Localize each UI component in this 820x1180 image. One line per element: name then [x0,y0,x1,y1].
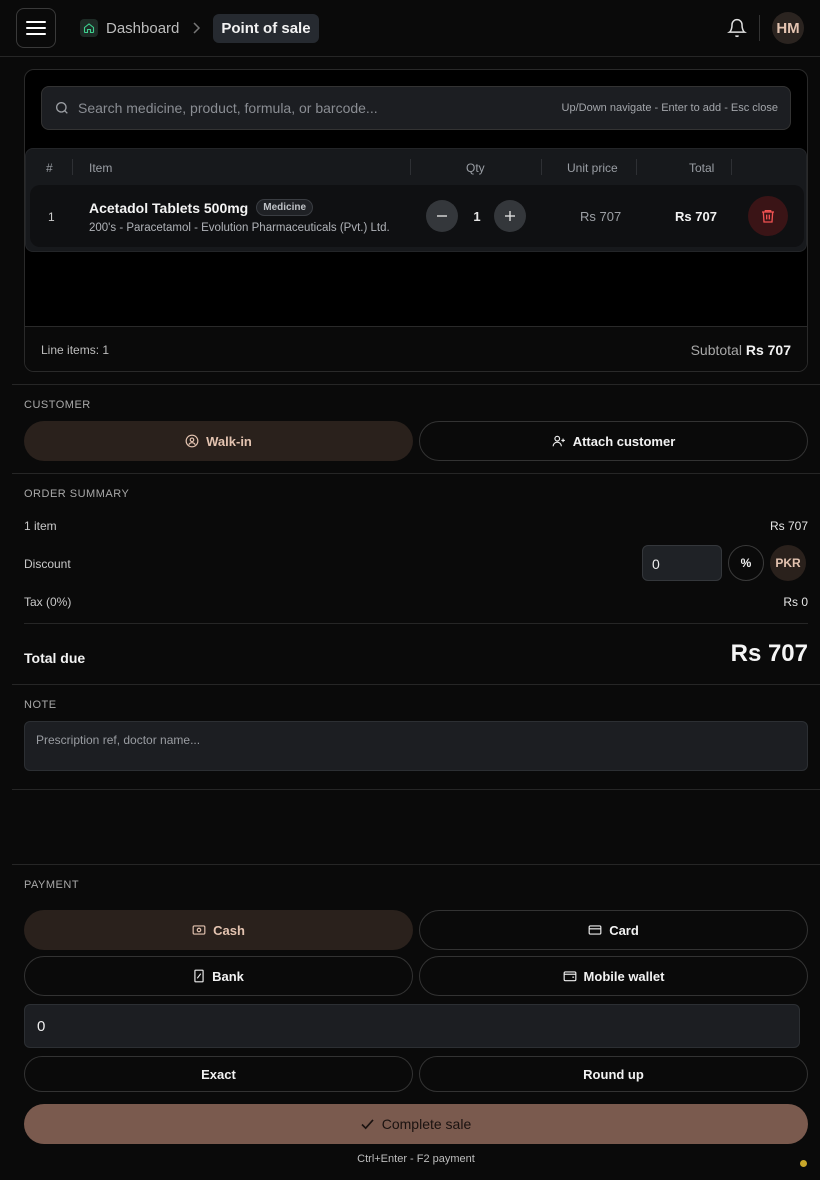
check-icon [361,1118,374,1129]
user-plus-icon [552,435,565,447]
cart-panel: Search medicine, product, formula, or ba… [24,69,808,372]
plus-icon [505,211,515,221]
payment-card-button[interactable]: Card [419,910,808,950]
line-items-count: Line items: 1 [41,342,110,357]
breadcrumb-dashboard-label: Dashboard [106,19,180,37]
walk-in-label: Walk-in [206,433,252,449]
cart-footer: Line items: 1 Subtotal Rs 707 [25,326,807,371]
payment-section-label: PAYMENT [24,879,80,891]
bell-icon[interactable] [727,18,747,38]
items-count-label: 1 item [24,519,57,533]
column-divider [410,159,411,175]
column-header-unit-price: Unit price [567,161,618,175]
avatar[interactable]: HM [772,12,804,44]
header-divider [759,15,760,41]
user-circle-icon [185,434,199,448]
search-icon [56,102,68,114]
section-divider [12,384,820,385]
discount-label: Discount [24,557,71,571]
cart-table: # Item Qty Unit price Total 1 Acetadol T… [25,148,807,252]
payment-mobile-wallet-label: Mobile wallet [583,968,665,984]
subtotal: Subtotal Rs 707 [691,342,791,358]
payment-card-label: Card [609,922,639,938]
customer-section-label: CUSTOMER [24,399,91,411]
row-number: 1 [48,210,55,224]
menu-button[interactable] [16,8,56,48]
top-bar: Dashboard Point of sale HM [0,0,820,57]
column-divider [541,159,542,175]
subtotal-value: Rs 707 [745,341,791,358]
note-textarea[interactable]: Prescription ref, doctor name... [24,721,808,771]
breadcrumb-current: Point of sale [213,13,319,43]
breadcrumb-dashboard-link[interactable]: Dashboard [80,19,179,37]
decrease-qty-button[interactable] [426,200,458,232]
status-indicator [800,1160,807,1167]
exact-amount-button[interactable]: Exact [24,1056,413,1092]
payment-cash-label: Cash [213,922,245,938]
payment-bank-button[interactable]: Bank [24,956,413,996]
total-due-label: Total due [24,650,86,666]
payment-amount-input[interactable]: 0 [24,1004,800,1048]
discount-input[interactable]: 0 [642,545,722,581]
order-summary-label: ORDER SUMMARY [24,488,130,500]
payment-mobile-wallet-button[interactable]: Mobile wallet [419,956,808,996]
cash-icon [192,925,206,935]
summary-divider [24,623,808,624]
line-total: Rs 707 [675,209,717,224]
product-search-input[interactable]: Search medicine, product, formula, or ba… [41,86,791,130]
bank-icon [194,969,204,983]
column-header-item: Item [89,161,113,175]
menu-icon [26,21,46,35]
tax-value: Rs 0 [783,595,808,609]
product-name: Acetadol Tablets 500mg [89,199,249,216]
round-up-button[interactable]: Round up [419,1056,808,1092]
remove-item-button[interactable] [748,196,788,236]
subtotal-label: Subtotal [690,341,742,358]
attach-customer-button[interactable]: Attach customer [419,421,808,461]
column-header-qty: Qty [466,161,485,175]
home-icon [80,19,98,37]
increase-qty-button[interactable] [494,200,526,232]
note-section-label: NOTE [24,699,57,711]
minus-icon [437,215,447,217]
category-badge: Medicine [256,199,314,216]
payment-bank-label: Bank [212,968,244,984]
discount-percent-toggle[interactable]: % [728,545,764,581]
discount-pkr-toggle[interactable]: PKR [770,545,806,581]
column-divider [731,159,732,175]
attach-customer-label: Attach customer [572,433,676,449]
table-header: # Item Qty Unit price Total [26,149,806,185]
tax-label: Tax (0%) [24,595,72,609]
items-value: Rs 707 [769,519,808,533]
section-divider [12,684,820,685]
column-header-total: Total [689,161,715,175]
column-header-number: # [46,161,53,175]
qty-value: 1 [473,209,481,224]
total-due-value: Rs 707 [730,640,808,667]
complete-sale-label: Complete sale [381,1116,472,1132]
column-divider [636,159,637,175]
chevron-right-icon [191,22,201,34]
section-divider [12,864,820,865]
complete-sale-button[interactable]: Complete sale [24,1104,808,1144]
walk-in-button[interactable]: Walk-in [24,421,413,461]
wallet-icon [563,971,576,982]
search-keyboard-hint: Up/Down navigate - Enter to add - Esc cl… [561,102,778,114]
trash-icon [762,210,774,223]
section-divider [12,473,820,474]
breadcrumb: Dashboard Point of sale [80,13,319,43]
keyboard-shortcut-hint: Ctrl+Enter - F2 payment [357,1153,475,1165]
credit-card-icon [588,925,602,935]
section-divider [12,789,820,790]
table-row: 1 Acetadol Tablets 500mg Medicine 200's … [30,185,804,247]
search-placeholder: Search medicine, product, formula, or ba… [78,100,378,116]
product-details: 200's - Paracetamol - Evolution Pharmace… [89,222,390,234]
payment-cash-button[interactable]: Cash [24,910,413,950]
unit-price: Rs 707 [580,209,622,224]
column-divider [72,159,73,175]
